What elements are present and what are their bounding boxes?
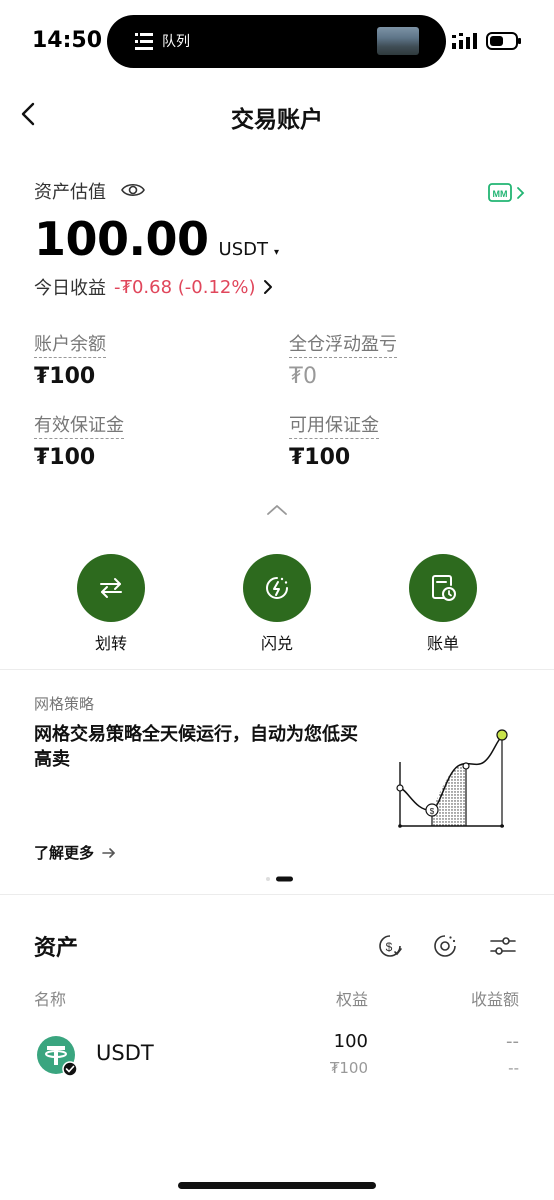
earnings-value: -- xyxy=(506,1031,519,1052)
column-equity[interactable]: 权益 xyxy=(336,986,368,1010)
refresh-timer-icon[interactable] xyxy=(431,932,459,960)
bill-icon xyxy=(432,575,456,601)
earnings-settings-icon[interactable]: $ xyxy=(376,932,404,960)
stat-value: ₮100 xyxy=(34,445,96,470)
stat-available-margin: 可用保证金 ₮100 xyxy=(289,411,379,470)
column-name: 名称 xyxy=(34,990,67,1009)
carousel-pager[interactable] xyxy=(265,876,295,882)
mm-badge-icon[interactable]: MM xyxy=(488,183,528,203)
status-bar: 14:50 队列 xyxy=(0,0,554,80)
stat-value: ₮100 xyxy=(289,445,351,470)
stat-label[interactable]: 可用保证金 xyxy=(289,411,379,439)
transfer-button[interactable]: 划转 xyxy=(56,554,166,654)
svg-text:$: $ xyxy=(386,940,393,954)
transfer-icon xyxy=(100,578,122,598)
filter-sliders-icon[interactable] xyxy=(489,932,517,960)
balance-value: 100.00 xyxy=(34,212,209,266)
media-thumbnail xyxy=(377,27,419,55)
nav-bar: 交易账户 xyxy=(0,88,554,140)
stat-label[interactable]: 全仓浮动盈亏 xyxy=(289,330,397,358)
flash-convert-icon xyxy=(266,577,288,599)
today-pnl-label: 今日收益 xyxy=(34,278,106,299)
learn-more-label: 了解更多 xyxy=(34,844,95,862)
transfer-circle[interactable] xyxy=(77,554,145,622)
unit-selector[interactable]: USDT xyxy=(219,239,268,260)
queue-icon xyxy=(135,33,153,50)
battery-icon xyxy=(486,32,521,50)
chevron-up-icon[interactable] xyxy=(265,502,289,518)
island-label: 队列 xyxy=(162,34,190,50)
eye-icon[interactable] xyxy=(121,181,145,199)
flash-convert-label: 闪兑 xyxy=(260,634,293,653)
arrow-right-icon xyxy=(102,847,115,858)
svg-text:$: $ xyxy=(430,807,435,816)
chevron-right-icon xyxy=(264,280,273,294)
today-pnl-value: -₮0.68 (-0.12%) xyxy=(114,276,256,298)
divider xyxy=(0,894,554,895)
grid-strategy-illustration: $ xyxy=(396,729,508,828)
home-indicator[interactable] xyxy=(178,1182,376,1189)
coin-name: USDT xyxy=(96,1041,154,1065)
stat-value: ₮100 xyxy=(34,364,96,389)
equity-value: 100 xyxy=(333,1031,368,1052)
assets-title: 资产 xyxy=(34,936,79,961)
bill-circle[interactable] xyxy=(409,554,477,622)
stat-label[interactable]: 账户余额 xyxy=(34,330,106,358)
strategy-tag: 网格策略 xyxy=(34,695,95,713)
stat-account-balance: 账户余额 ₮100 xyxy=(34,330,106,389)
learn-more-link[interactable]: 了解更多 xyxy=(34,842,116,863)
balance-row: 100.00 USDT ▾ xyxy=(34,212,279,266)
equity-fiat-value: ₮100 xyxy=(329,1059,368,1077)
tether-icon xyxy=(37,1036,78,1077)
caret-down-icon[interactable]: ▾ xyxy=(274,247,279,258)
earnings-sub-value: -- xyxy=(508,1059,519,1077)
stat-floating-pnl: 全仓浮动盈亏 ₮0 xyxy=(289,330,397,389)
status-time: 14:50 xyxy=(32,28,103,53)
flash-convert-button[interactable]: 闪兑 xyxy=(222,554,332,654)
stat-label[interactable]: 有效保证金 xyxy=(34,411,124,439)
divider xyxy=(0,669,554,670)
stat-effective-margin: 有效保证金 ₮100 xyxy=(34,411,124,470)
signal-icon xyxy=(452,33,477,49)
stat-value: ₮0 xyxy=(289,364,317,389)
dynamic-island[interactable]: 队列 xyxy=(107,15,446,68)
bill-button[interactable]: 账单 xyxy=(388,554,498,654)
today-pnl-row[interactable]: 今日收益 -₮0.68 (-0.12%) xyxy=(34,274,273,300)
svg-text:MM: MM xyxy=(493,189,508,199)
transfer-label: 划转 xyxy=(94,634,127,653)
column-earnings[interactable]: 收益额 xyxy=(471,986,519,1010)
strategy-title: 网格交易策略全天候运行，自动为您低买高卖 xyxy=(34,724,358,770)
flash-convert-circle[interactable] xyxy=(243,554,311,622)
asset-estimation-label: 资产估值 xyxy=(34,182,106,203)
page-title: 交易账户 xyxy=(231,107,323,133)
bill-label: 账单 xyxy=(426,634,459,653)
